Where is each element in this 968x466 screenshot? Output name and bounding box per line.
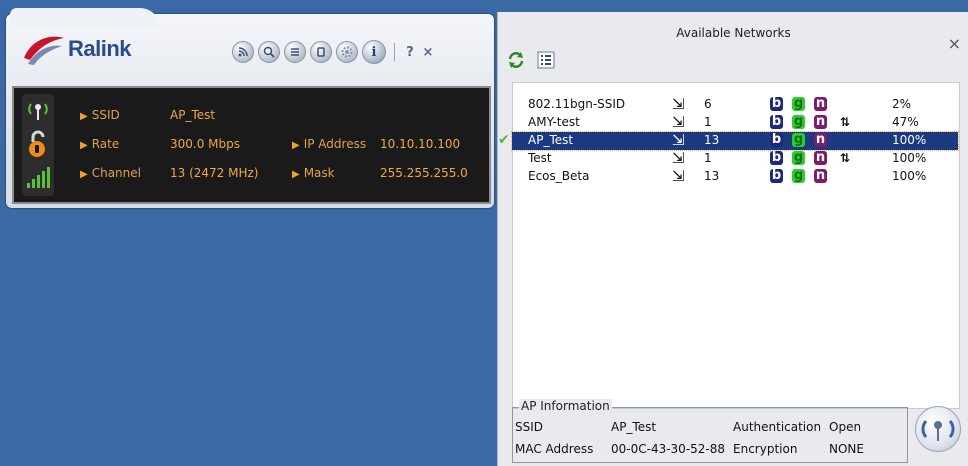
ap-mac-label: MAC Address [515,442,594,456]
mode-n-badge: n [814,150,827,165]
network-type-icon: ⇲ [672,167,685,185]
rate-label: ▶ Rate [80,137,120,151]
mode-g-badge: g [792,150,805,165]
ip-address-value: 10.10.10.100 [380,137,461,151]
network-type-icon: ⇲ [672,113,685,131]
network-row[interactable]: AMY-test ⇲ 1 b g n ⇅ 47% [512,113,958,132]
network-row[interactable]: 802.11bgn-SSID ⇲ 6 b g n 2% [512,95,958,114]
mode-n-badge: n [814,114,827,129]
network-type-icon: ⇲ [672,149,685,167]
info-icon[interactable]: i [362,40,386,64]
connected-check-icon: ✔ [498,132,510,148]
ap-information-group: AP Information SSID AP_Test Authenticati… [512,399,908,463]
mode-g-badge: g [792,168,805,183]
channel-label: ▶ Channel [80,166,141,180]
network-ssid: AMY-test [528,115,580,129]
network-ssid: AP_Test [528,133,574,147]
available-networks-window: Available Networks × 802.11bgn-SSID ⇲ 6 b g n… [497,12,968,466]
ap-enc-label: Encryption [733,442,798,456]
list-icon[interactable] [284,41,306,63]
network-signal: 100% [892,133,927,147]
network-ssid: Ecos_Beta [528,169,590,183]
channel-value: 13 (2472 MHz) [170,166,259,180]
network-signal: 47% [892,115,919,129]
wps-icon: ⇅ [840,151,851,165]
details-list-icon[interactable] [536,50,556,70]
mode-b-badge: b [770,114,783,129]
network-channel: 1 [704,115,712,129]
rate-value: 300.0 Mbps [170,137,241,151]
ralink-utility-window: Ralink i ? × ▶ SSID AP_Test ▶ Rate 300.0… [0,0,497,466]
network-signal: 100% [892,151,927,165]
help-button[interactable]: ? [403,45,417,60]
ssid-label: ▶ SSID [80,108,120,122]
antenna-icon [22,98,54,125]
unlock-icon [22,130,54,161]
mode-n-badge: n [814,132,827,147]
ralink-logo: Ralink [22,32,152,66]
ap-information-legend: AP Information [519,399,612,413]
ap-enc-value: NONE [829,442,864,456]
toolbar-divider [394,43,395,61]
main-toolbar: i ? × [232,40,435,64]
wireless-signal-icon[interactable] [915,406,961,452]
mode-g-badge: g [792,96,805,111]
network-ssid: 802.11bgn-SSID [528,97,626,111]
ralink-swoosh-icon [24,36,64,65]
ap-ssid-value: AP_Test [611,420,657,434]
network-signal: 2% [892,97,912,111]
network-channel: 1 [704,151,712,165]
mode-g-badge: g [792,132,805,147]
page-icon[interactable] [310,41,332,63]
mode-b-badge: b [770,150,783,165]
ip-address-label: ▶ IP Address [292,137,367,151]
ap-auth-value: Open [829,420,862,434]
wps-icon: ⇅ [840,115,851,129]
network-channel: 13 [704,169,720,183]
window-title: Available Networks [676,26,791,40]
networks-toolbar [506,50,556,70]
window-tab [10,8,160,28]
network-type-icon: ⇲ [672,95,685,113]
network-row[interactable]: Test ⇲ 1 b g n ⇅ 100% [512,149,958,168]
ap-ssid-label: SSID [515,420,544,434]
mode-b-badge: b [770,96,783,111]
mode-n-badge: n [814,168,827,183]
network-ssid: Test [528,151,552,165]
network-channel: 6 [704,97,712,111]
mask-label: ▶ Mask [292,166,335,180]
mode-n-badge: n [814,96,827,111]
network-type-icon: ⇲ [672,131,685,149]
rss-icon[interactable] [232,41,254,63]
refresh-icon[interactable] [506,50,526,70]
mode-b-badge: b [770,168,783,183]
mode-b-badge: b [770,132,783,147]
connection-info-panel: ▶ SSID AP_Test ▶ Rate 300.0 Mbps ▶ Channel … [12,86,491,204]
logo-text: Ralink [68,36,132,61]
gear-icon[interactable] [336,41,358,63]
close-button[interactable]: × [421,45,435,60]
search-icon[interactable] [258,41,280,63]
ssid-value: AP_Test [170,108,216,122]
mode-g-badge: g [792,114,805,129]
ap-auth-label: Authentication [733,420,822,434]
network-row[interactable]: Ecos_Beta ⇲ 13 b g n 100% [512,167,958,186]
network-row[interactable]: ✔ AP_Test ⇲ 13 b g n 100% [498,131,959,151]
network-channel: 13 [704,133,720,147]
close-button[interactable]: × [948,34,961,53]
network-signal: 100% [892,169,927,183]
ap-mac-value: 00-0C-43-30-52-88 [611,442,726,456]
signal-strength-icon [22,166,54,193]
mask-value: 255.255.255.0 [380,166,468,180]
status-icon-column [22,94,54,196]
